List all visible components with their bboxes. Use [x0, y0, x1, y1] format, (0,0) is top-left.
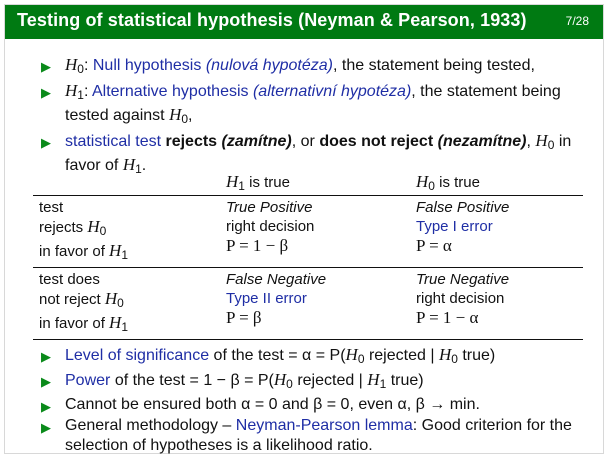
triangle-bullet-icon: ▶ [41, 135, 51, 150]
significance-label: Level of significance [65, 347, 210, 364]
slide-header: Testing of statistical hypothesis (Neyma… [5, 5, 603, 39]
bullet-significance: ▶ Level of significance of the test = α … [41, 345, 496, 366]
cell-true-positive: True Positive right decision P = 1 − β [220, 195, 410, 268]
alternative-hypothesis-label: Alternative hypothesis [91, 83, 249, 100]
table-row: test does not reject H0 in favor of H1 F… [33, 267, 583, 340]
decision-table: H1 is true H0 is true test rejects H0 in… [33, 170, 583, 340]
bullet-power: ▶ Power of the test = 1 − β = P(H0 rejec… [41, 370, 424, 391]
row-label-not-reject: test does not reject H0 in favor of H1 [33, 267, 220, 340]
triangle-bullet-icon: ▶ [41, 420, 51, 435]
bullet-cannot-ensure: ▶ Cannot be ensured both α = 0 and β = 0… [41, 395, 586, 415]
cell-true-negative: True Negative right decision P = 1 − α [410, 267, 583, 340]
page-number: 7/28 [565, 14, 589, 28]
table-row: test rejects H0 in favor of H1 True Posi… [33, 195, 583, 268]
table-header-row: H1 is true H0 is true [33, 170, 583, 196]
triangle-bullet-icon: ▶ [41, 399, 51, 414]
row-label-reject: test rejects H0 in favor of H1 [33, 195, 220, 268]
bullet-alternative-hypothesis: ▶ H1: Alternative hypothesis (alternativ… [41, 81, 561, 126]
neyman-pearson-lemma-label: Neyman-Pearson lemma [235, 417, 413, 434]
statistical-test-label: statistical test [65, 133, 162, 150]
triangle-bullet-icon: ▶ [41, 85, 51, 100]
slide-content: ▶ H0: Null hypothesis (nulová hypotéza),… [5, 39, 603, 454]
bullet-null-hypothesis: ▶ H0: Null hypothesis (nulová hypotéza),… [41, 55, 535, 76]
table-header-h1-true: H1 is true [226, 172, 290, 193]
bullet-methodology: ▶ General methodology – Neyman-Pearson l… [41, 417, 572, 454]
triangle-bullet-icon: ▶ [41, 349, 51, 364]
table-header-h0-true: H0 is true [416, 172, 480, 193]
triangle-bullet-icon: ▶ [41, 59, 51, 74]
slide: Testing of statistical hypothesis (Neyma… [4, 4, 604, 454]
cell-false-negative: False Negative Type II error P = β [220, 267, 410, 340]
triangle-bullet-icon: ▶ [41, 374, 51, 389]
null-hypothesis-label: Null hypothesis [92, 57, 202, 74]
definitions-list: ▶ H0: Null hypothesis (nulová hypotéza),… [41, 55, 586, 181]
cell-false-positive: False Positive Type I error P = α [410, 195, 583, 268]
slide-title: Testing of statistical hypothesis (Neyma… [17, 10, 527, 30]
table-header-empty [33, 170, 220, 196]
properties-list: ▶ Level of significance of the test = α … [41, 345, 586, 457]
power-label: Power [65, 372, 111, 389]
